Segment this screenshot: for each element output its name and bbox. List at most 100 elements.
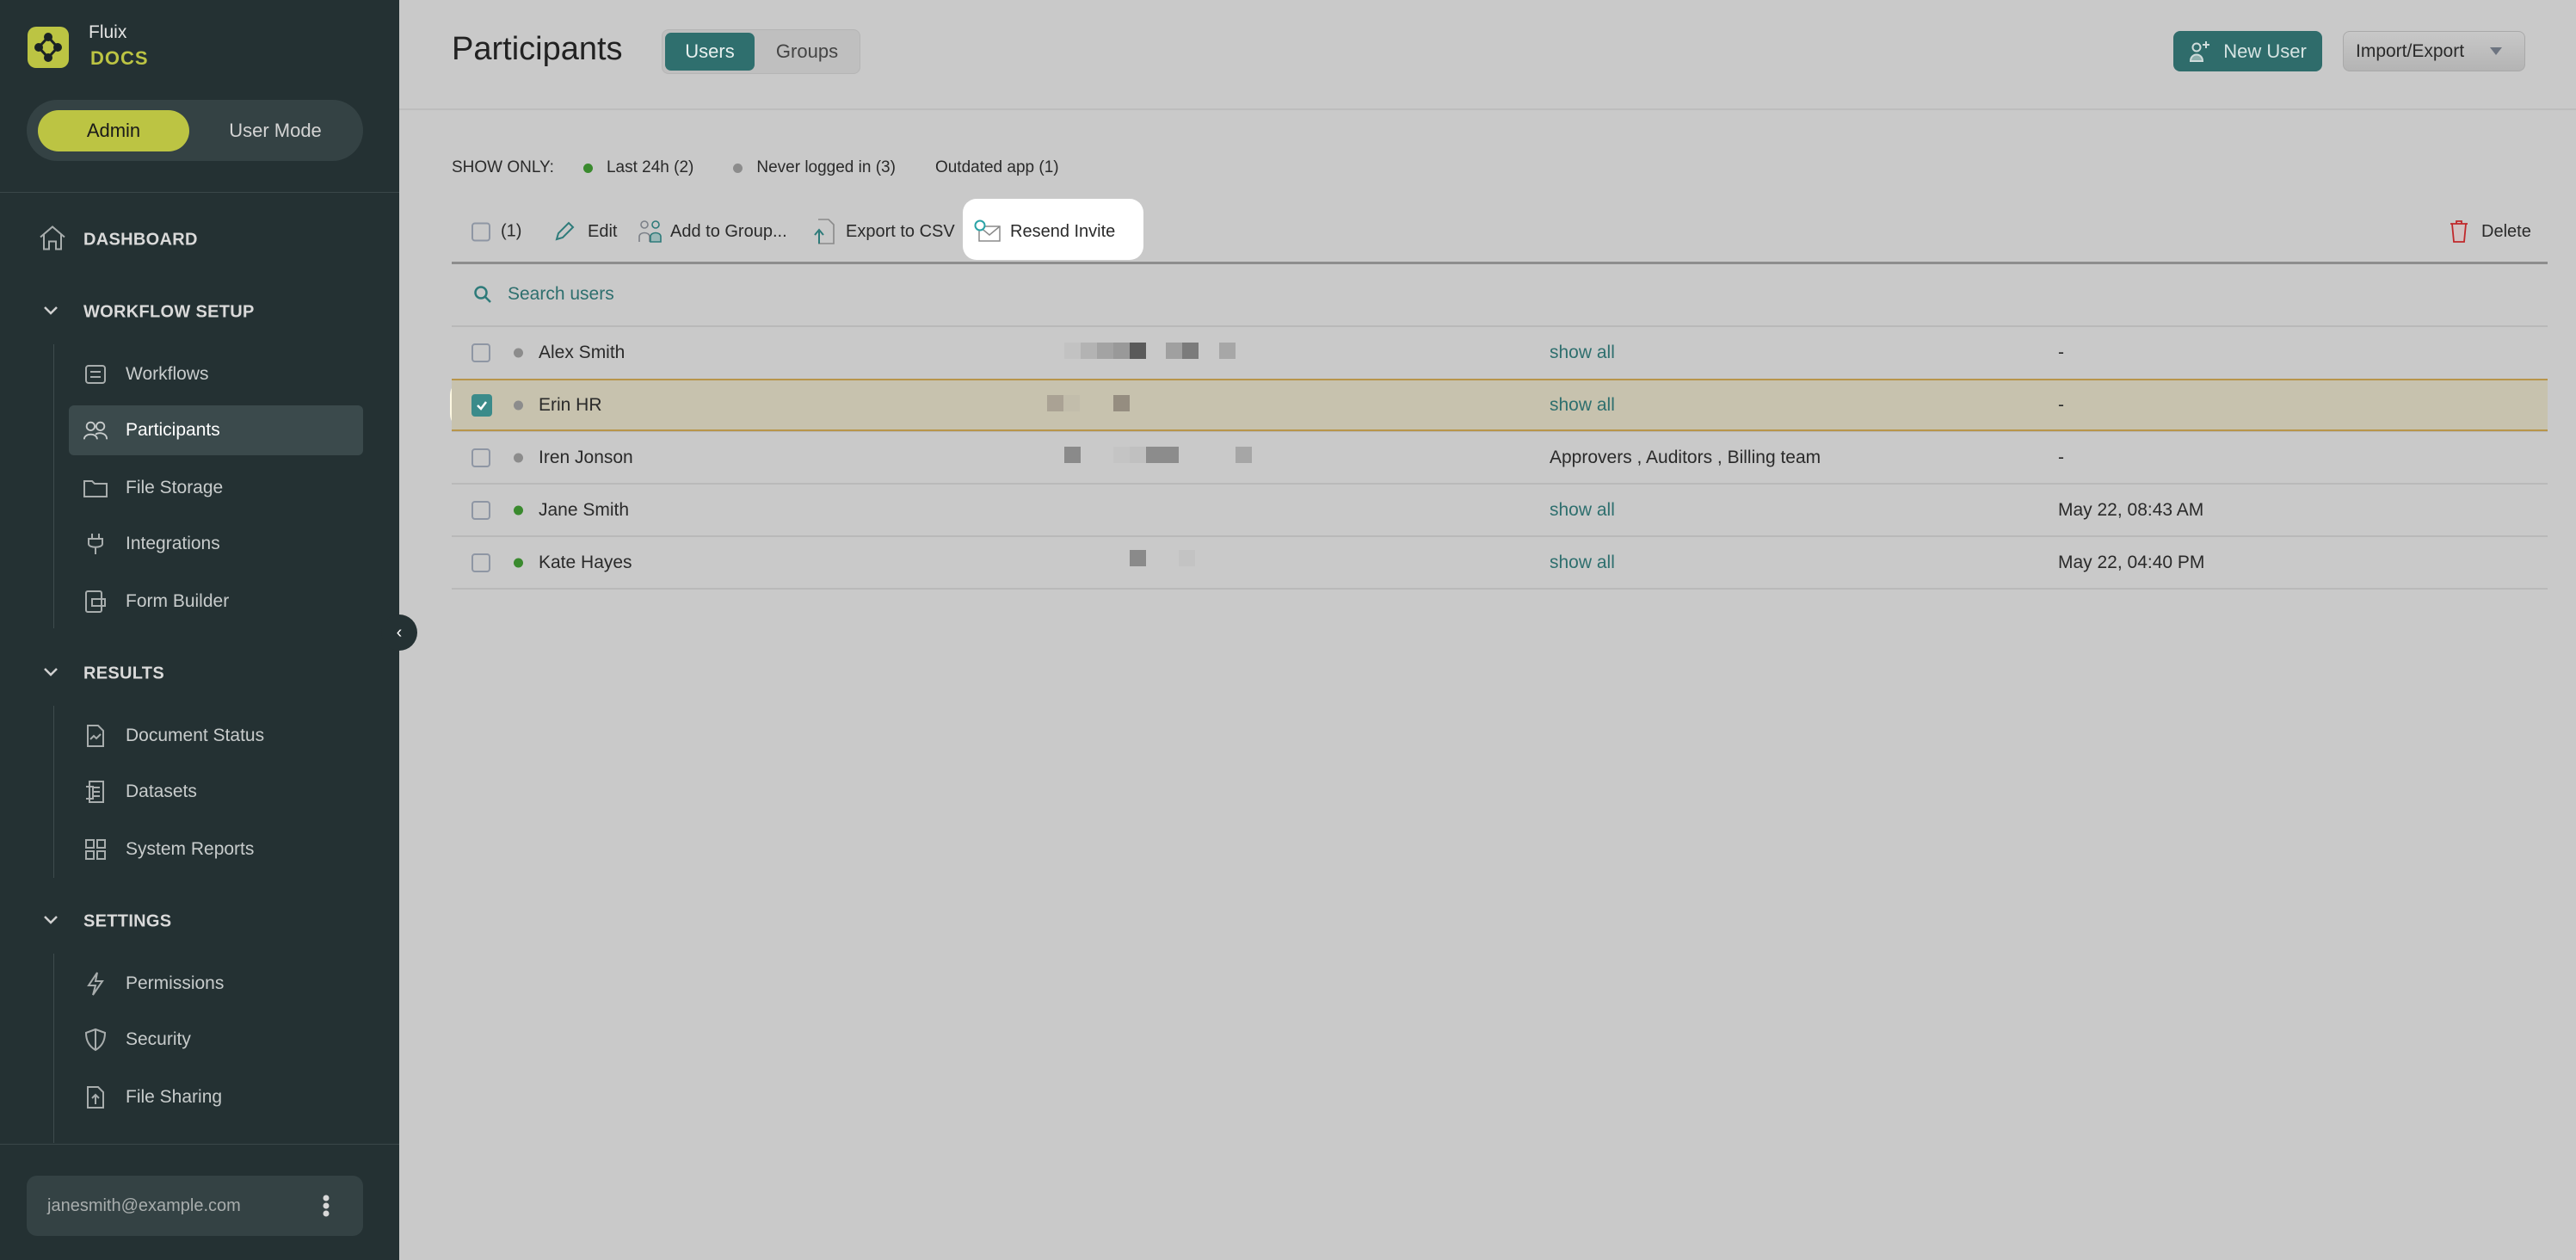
checkbox[interactable] — [471, 343, 490, 362]
export-csv-button[interactable]: Export to CSV — [813, 218, 955, 245]
checkbox[interactable] — [471, 553, 490, 572]
participants-icon — [83, 417, 108, 443]
delete-button[interactable]: Delete — [2449, 219, 2531, 244]
check-icon — [476, 400, 488, 411]
sidebar-item-document-status[interactable]: Document Status — [69, 711, 363, 761]
import-export-dropdown[interactable]: Import/Export — [2343, 31, 2525, 71]
sidebar: Fluix DOCS Admin User Mode DASHBOARD WOR… — [0, 0, 399, 1260]
select-all-checkbox[interactable]: (1) — [471, 222, 521, 242]
export-csv-icon — [813, 218, 835, 245]
sidebar-item-participants[interactable]: Participants — [69, 405, 363, 455]
form-icon — [83, 589, 108, 615]
sidebar-item-file-sharing[interactable]: File Sharing — [69, 1072, 363, 1122]
table-row[interactable]: Erin HR show all - — [452, 379, 2548, 431]
table-row[interactable]: Kate Hayes show all May 22, 04:40 PM — [452, 536, 2548, 589]
redacted-pixel — [1162, 447, 1179, 463]
shield-icon — [83, 1027, 108, 1053]
checkbox-checked[interactable] — [471, 394, 492, 417]
group-icon — [638, 219, 663, 244]
row-checkbox[interactable] — [471, 448, 490, 467]
user-account-box[interactable]: janesmith@example.com — [27, 1176, 363, 1236]
redacted-pixel — [1236, 447, 1252, 463]
lightning-icon — [83, 971, 108, 997]
chevron-down-icon[interactable] — [43, 305, 59, 320]
add-to-group-button[interactable]: Add to Group... — [638, 219, 787, 244]
show-all-groups-link[interactable]: show all — [1550, 553, 1615, 573]
toolbar-divider — [452, 262, 2548, 264]
checkbox[interactable] — [471, 448, 490, 467]
table-row[interactable]: Iren Jonson Approvers , Auditors , Billi… — [452, 431, 2548, 484]
redacted-pixel — [1064, 343, 1081, 359]
section-settings[interactable]: SETTINGS — [83, 912, 171, 932]
tab-users[interactable]: Users — [665, 33, 755, 71]
user-mode-button[interactable]: User Mode — [198, 110, 353, 151]
user-name[interactable]: Alex Smith — [539, 343, 625, 363]
redacted-pixel — [1097, 343, 1113, 359]
search-users-field[interactable]: Search users — [473, 284, 614, 305]
new-user-button[interactable]: New User — [2173, 31, 2322, 71]
guide-line — [53, 954, 54, 1143]
sidebar-item-system-reports[interactable]: System Reports — [69, 825, 363, 874]
redacted-pixel — [1113, 447, 1130, 463]
brand-name: Fluix — [89, 22, 126, 43]
caret-down-icon — [2490, 47, 2502, 55]
search-placeholder[interactable]: Search users — [508, 284, 614, 305]
status-dot — [514, 505, 523, 515]
user-name[interactable]: Jane Smith — [539, 500, 629, 521]
show-all-groups-link[interactable]: show all — [1550, 500, 1615, 521]
add-user-icon — [2189, 40, 2211, 63]
last-login: May 22, 04:40 PM — [2058, 553, 2204, 573]
sidebar-item-workflows[interactable]: Workflows — [69, 349, 363, 399]
chevron-down-icon[interactable] — [43, 914, 59, 930]
status-dot — [514, 348, 523, 357]
row-checkbox[interactable] — [471, 394, 492, 417]
document-status-icon — [83, 723, 108, 749]
last-login: - — [2058, 448, 2064, 468]
guide-line — [53, 706, 54, 878]
collapse-sidebar-button[interactable]: ‹ — [381, 615, 417, 651]
user-name[interactable]: Erin HR — [539, 395, 602, 416]
filter-outdated-app[interactable]: Outdated app (1) — [935, 158, 1059, 177]
redacted-pixel — [1179, 550, 1195, 566]
sidebar-item-security[interactable]: Security — [69, 1015, 363, 1065]
redacted-pixel — [1047, 395, 1063, 411]
file-share-icon — [83, 1084, 108, 1110]
sidebar-item-integrations[interactable]: Integrations — [69, 519, 363, 569]
row-checkbox[interactable] — [471, 343, 490, 362]
redacted-pixel — [1063, 395, 1080, 411]
row-checkbox[interactable] — [471, 553, 490, 572]
row-checkbox[interactable] — [471, 501, 490, 520]
tab-groups[interactable]: Groups — [757, 33, 857, 71]
chevron-down-icon[interactable] — [43, 666, 59, 682]
filter-last-24h[interactable]: Last 24h (2) — [607, 158, 693, 177]
show-all-groups-link[interactable]: show all — [1550, 343, 1615, 363]
divider — [0, 1144, 399, 1145]
filters-label: SHOW ONLY: — [452, 158, 554, 177]
workflows-icon — [83, 361, 108, 387]
table-row[interactable]: Alex Smith show all - — [452, 326, 2548, 379]
sidebar-item-datasets[interactable]: Datasets — [69, 767, 363, 817]
redacted-pixel — [1219, 343, 1236, 359]
edit-button[interactable]: Edit — [553, 220, 617, 243]
redacted-pixel — [1146, 447, 1162, 463]
show-all-groups-link[interactable]: show all — [1550, 395, 1615, 416]
more-vertical-icon[interactable] — [322, 1195, 330, 1219]
admin-mode-button[interactable]: Admin — [38, 110, 189, 151]
nav-dashboard[interactable]: DASHBOARD — [83, 231, 198, 250]
table-row[interactable]: Jane Smith show all May 22, 08:43 AM — [452, 484, 2548, 536]
status-dot — [514, 558, 523, 567]
user-name[interactable]: Kate Hayes — [539, 553, 632, 573]
checkbox — [471, 222, 490, 241]
grid-icon — [83, 837, 108, 862]
user-name[interactable]: Iren Jonson — [539, 448, 633, 468]
sidebar-item-form-builder[interactable]: Form Builder — [69, 577, 363, 627]
section-workflow-setup[interactable]: WORKFLOW SETUP — [83, 303, 255, 323]
checkbox[interactable] — [471, 501, 490, 520]
resend-invite-button[interactable]: Resend Invite — [974, 219, 1115, 244]
section-results[interactable]: RESULTS — [83, 664, 164, 684]
status-dot-green — [583, 164, 593, 173]
filter-never-logged-in[interactable]: Never logged in (3) — [756, 158, 896, 177]
sidebar-item-permissions[interactable]: Permissions — [69, 959, 363, 1009]
redacted-pixel — [1182, 343, 1199, 359]
sidebar-item-file-storage[interactable]: File Storage — [69, 463, 363, 513]
